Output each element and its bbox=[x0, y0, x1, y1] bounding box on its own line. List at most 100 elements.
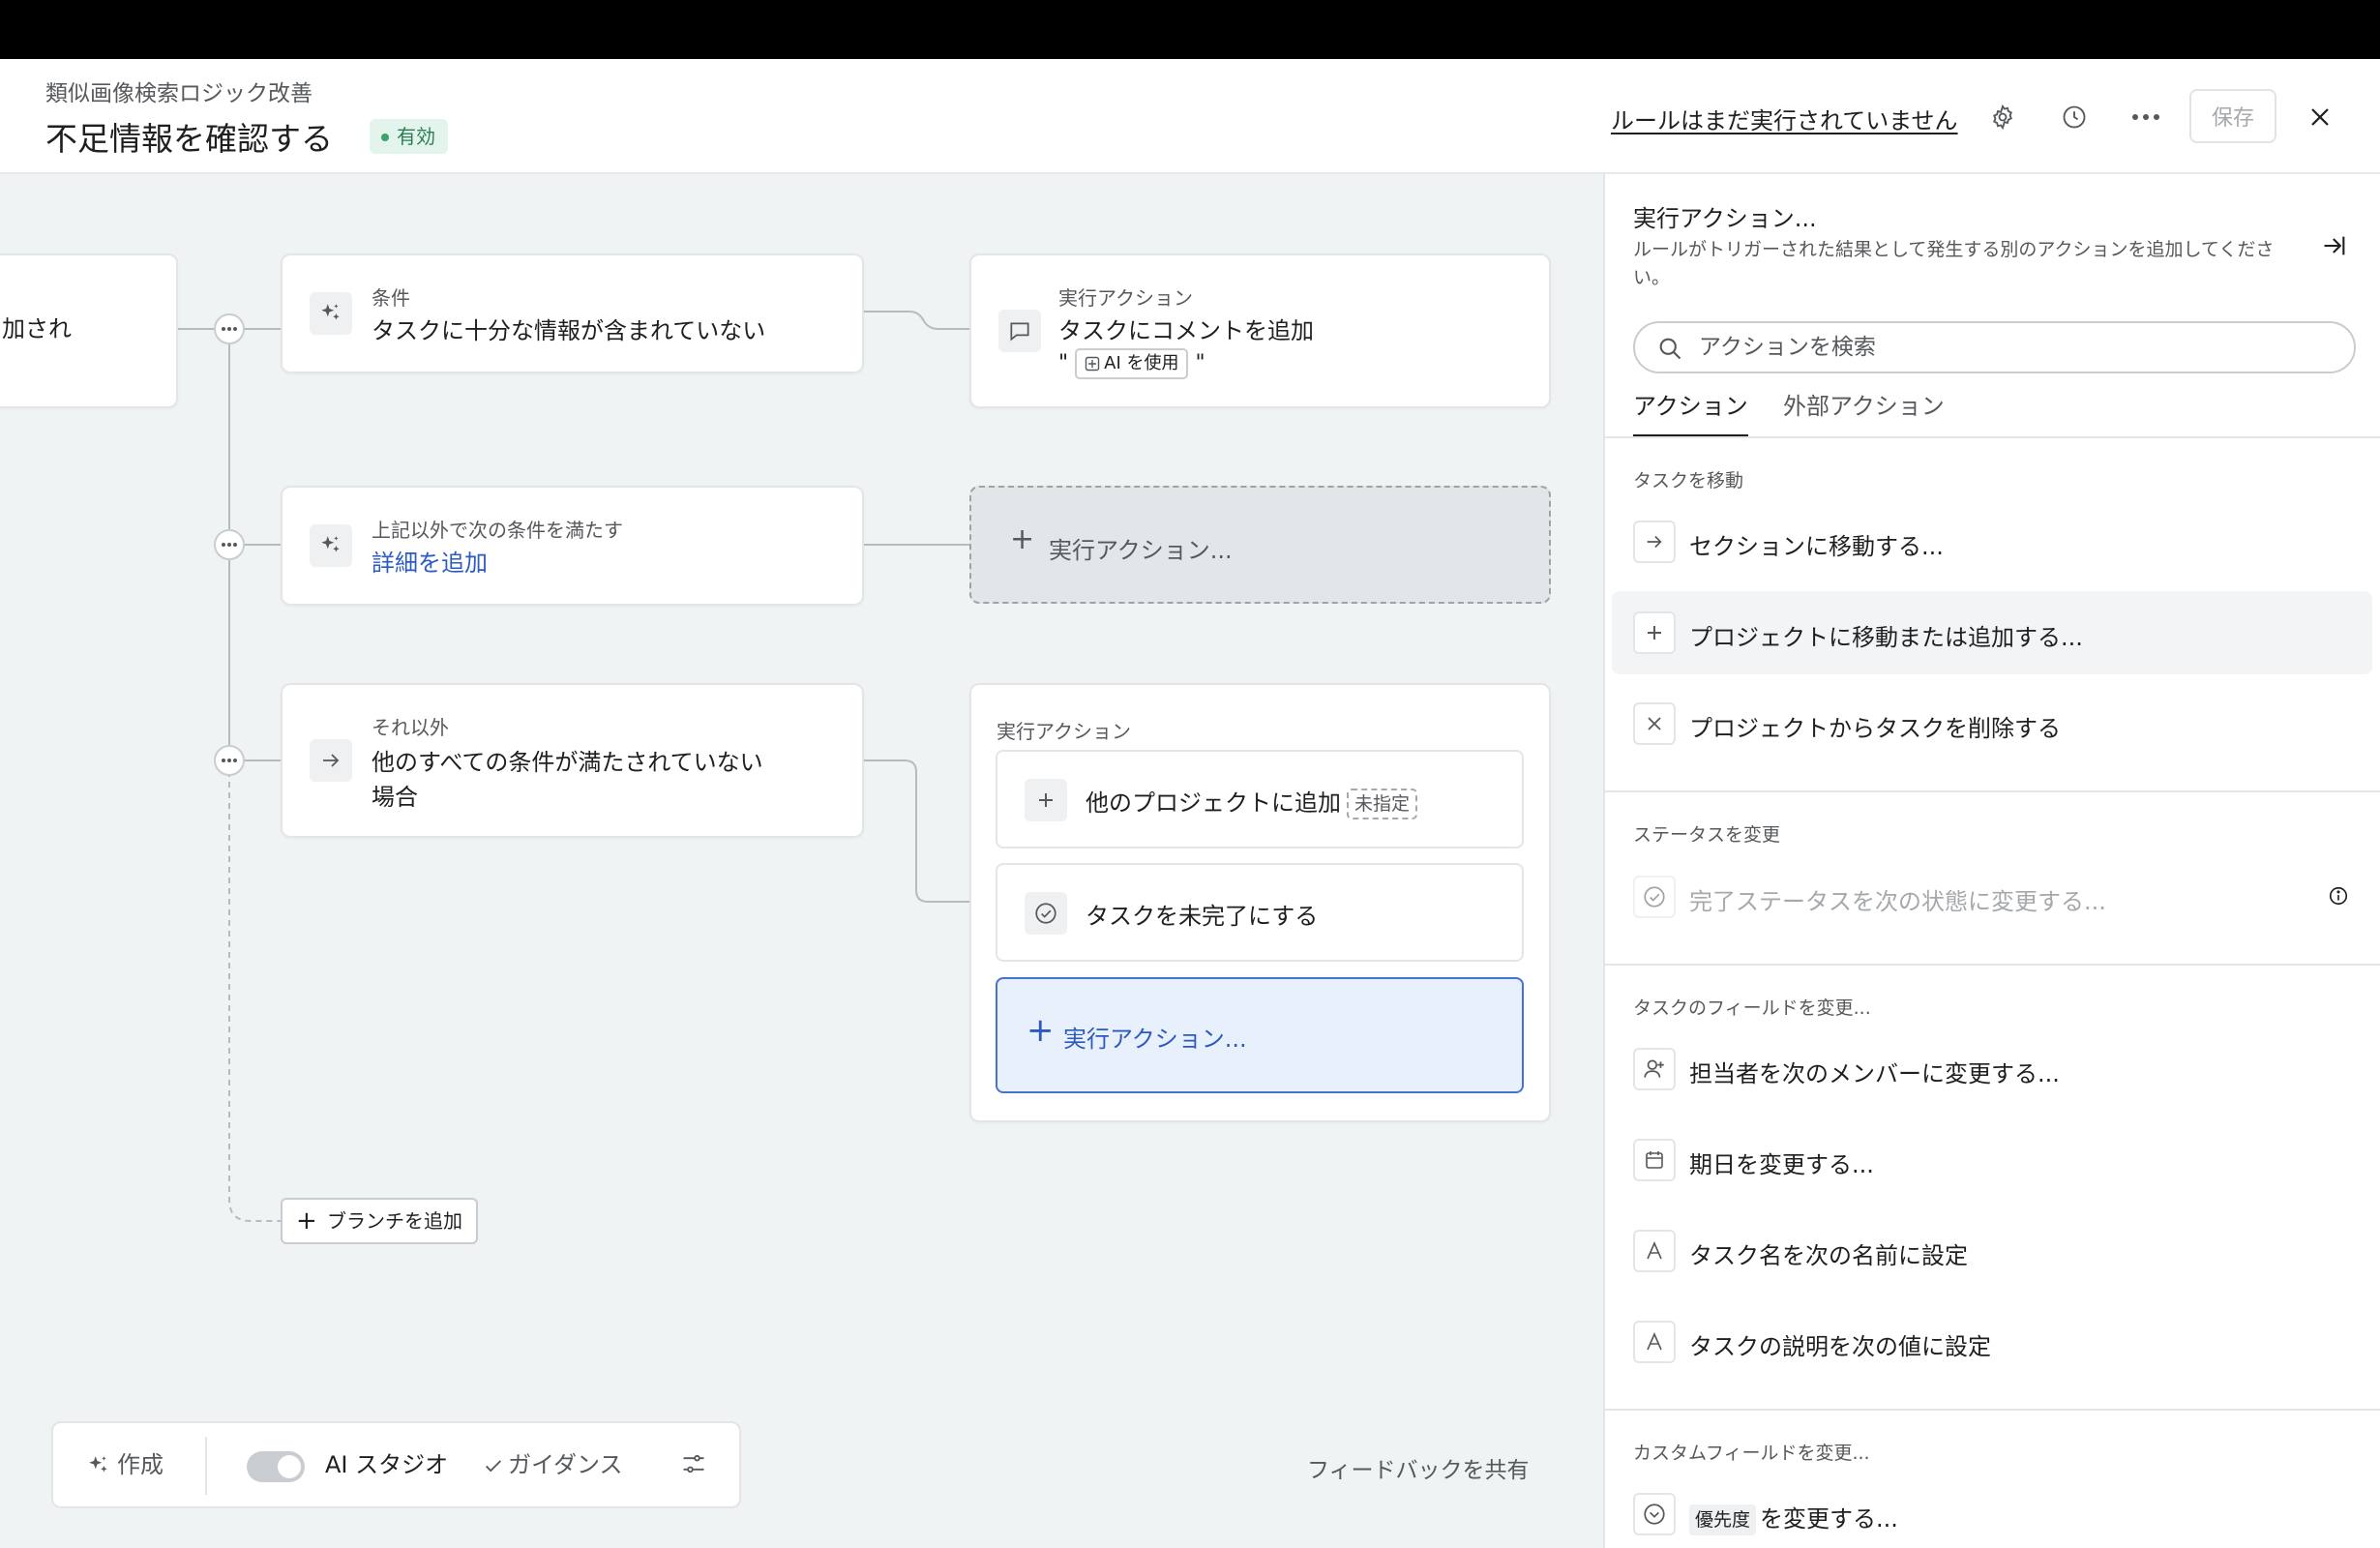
quote-open: " bbox=[1058, 351, 1069, 375]
share-feedback-link[interactable]: フィードバックを共有 bbox=[1307, 1451, 1530, 1484]
set-task-name-item[interactable]: タスク名を次の名前に設定 bbox=[1612, 1209, 2372, 1293]
item-label: 期日を変更する... bbox=[1689, 1151, 1874, 1178]
section-divider bbox=[1605, 964, 2380, 966]
close-icon[interactable] bbox=[2301, 98, 2339, 136]
move-or-add-project-item[interactable]: プロジェクトに移動または追加する... bbox=[1612, 591, 2372, 674]
item-label: セクションに移動する... bbox=[1689, 533, 1944, 560]
info-icon[interactable] bbox=[2328, 885, 2349, 907]
check-icon bbox=[483, 1455, 504, 1476]
item-label: 担当者を次のメンバーに変更する... bbox=[1689, 1060, 2060, 1087]
guidance-button[interactable]: ガイダンス bbox=[483, 1423, 623, 1506]
clock-icon[interactable] bbox=[2055, 98, 2094, 136]
action-picker-panel: 実行アクション... ルールがトリガーされた結果として発生する別のアクションを追… bbox=[1603, 174, 2380, 1548]
change-completion-status-item[interactable]: 完了ステータスを次の状態に変更する... bbox=[1612, 855, 2372, 938]
plus-icon: + bbox=[1010, 522, 1035, 556]
check-circle-icon bbox=[1025, 892, 1067, 935]
action-group-label: 実行アクション bbox=[997, 720, 1131, 743]
section-divider bbox=[1605, 790, 2380, 792]
set-task-description-item[interactable]: タスクの説明を次の値に設定 bbox=[1612, 1300, 2372, 1384]
action-search-field[interactable] bbox=[1633, 321, 2356, 373]
arrow-right-icon bbox=[1633, 521, 1676, 563]
more-options-icon[interactable] bbox=[2127, 98, 2165, 136]
tab-actions[interactable]: アクション bbox=[1633, 387, 1748, 437]
plus-icon bbox=[1633, 611, 1676, 654]
add-action-placeholder[interactable]: + 実行アクション... bbox=[969, 486, 1551, 604]
panel-description: ルールがトリガーされた結果として発生する別のアクションを追加してください。 bbox=[1633, 239, 2275, 288]
ai-studio-toggle[interactable] bbox=[247, 1451, 305, 1482]
placeholder-label: 実行アクション... bbox=[1049, 537, 1233, 564]
trigger-card[interactable]: 加され bbox=[0, 253, 178, 408]
action-card[interactable]: 実行アクション タスクにコメントを追加 " AI を使用 " bbox=[969, 253, 1551, 408]
toolbar-divider bbox=[205, 1437, 207, 1495]
condition-label: 条件 bbox=[372, 286, 410, 310]
change-due-date-item[interactable]: 期日を変更する... bbox=[1612, 1118, 2372, 1202]
condition-text: タスクに十分な情報が含まれていない bbox=[372, 317, 766, 344]
change-assignee-item[interactable]: 担当者を次のメンバーに変更する... bbox=[1612, 1027, 2372, 1111]
gear-icon[interactable] bbox=[1983, 98, 2022, 136]
text-icon bbox=[1633, 1230, 1676, 1272]
ai-use-pill[interactable]: AI を使用 bbox=[1075, 348, 1189, 379]
item-label: 完了ステータスを次の状態に変更する... bbox=[1689, 888, 2106, 915]
comment-icon bbox=[998, 310, 1041, 352]
create-label: 作成 bbox=[117, 1451, 164, 1478]
bottom-toolbar: 作成 AI スタジオ ガイダンス bbox=[51, 1421, 741, 1508]
search-icon bbox=[1656, 335, 1683, 362]
action-item-label: 他のプロジェクトに追加 未指定 bbox=[1086, 784, 1418, 819]
panel-title: 実行アクション... bbox=[1633, 205, 1817, 232]
rule-canvas[interactable]: 加され 条件 タスクに十分な情報が含まれていない 実行アクション タスクにコメン… bbox=[0, 174, 1603, 1548]
section-title: カスタムフィールドを変更... bbox=[1633, 1443, 1870, 1464]
condition-label: 上記以外で次の条件を満たす bbox=[372, 519, 623, 542]
item-label: プロジェクトからタスクを削除する bbox=[1689, 715, 2061, 742]
create-button[interactable]: 作成 bbox=[86, 1423, 164, 1506]
action-item-text: タスクを未完了にする bbox=[1086, 903, 1319, 930]
otherwise-text-line1: 他のすべての条件が満たされていない bbox=[372, 749, 763, 776]
plus-icon: + bbox=[1026, 1011, 1055, 1050]
sparkle-icon bbox=[86, 1453, 111, 1478]
close-icon bbox=[1633, 702, 1676, 745]
item-label: タスク名を次の名前に設定 bbox=[1689, 1242, 1968, 1269]
rule-header: 類似画像検索ロジック改善 不足情報を確認する 有効 ルールはまだ実行されていませ… bbox=[0, 59, 2380, 174]
unassigned-tag[interactable]: 未指定 bbox=[1347, 789, 1418, 819]
section-title: ステータスを変更 bbox=[1633, 824, 1781, 846]
breadcrumb[interactable]: 類似画像検索ロジック改善 bbox=[45, 74, 312, 107]
action-label: 実行アクション bbox=[1058, 286, 1193, 310]
run-history-link[interactable]: ルールはまだ実行されていません bbox=[1611, 102, 1958, 135]
branch-menu-button[interactable] bbox=[214, 745, 245, 776]
add-action-button[interactable]: + 実行アクション... bbox=[996, 977, 1524, 1093]
branch-menu-button[interactable] bbox=[214, 529, 245, 560]
plus-icon bbox=[1025, 779, 1067, 821]
priority-chip: 優先度 bbox=[1689, 1504, 1757, 1535]
section-title: タスクを移動 bbox=[1633, 470, 1744, 491]
search-input[interactable] bbox=[1699, 333, 2318, 362]
chevron-down-circle-icon bbox=[1633, 1493, 1676, 1535]
check-circle-icon bbox=[1633, 876, 1676, 918]
priority-text: を変更する... bbox=[1760, 1505, 1898, 1533]
save-button[interactable]: 保存 bbox=[2189, 89, 2276, 143]
branch-menu-button[interactable] bbox=[214, 313, 245, 344]
section-title: タスクのフィールドを変更... bbox=[1633, 997, 1871, 1019]
move-to-section-item[interactable]: セクションに移動する... bbox=[1612, 500, 2372, 583]
plus-icon: + bbox=[296, 1206, 317, 1235]
add-branch-button[interactable]: + ブランチを追加 bbox=[281, 1198, 478, 1244]
tab-external-actions[interactable]: 外部アクション bbox=[1783, 387, 1945, 434]
change-priority-item[interactable]: 優先度 を変更する... bbox=[1612, 1473, 2372, 1548]
collapse-panel-icon[interactable] bbox=[2317, 228, 2352, 263]
remove-from-project-item[interactable]: プロジェクトからタスクを削除する bbox=[1612, 682, 2372, 765]
item-label: プロジェクトに移動または追加する... bbox=[1689, 624, 2083, 651]
add-details-link[interactable]: 詳細を追加 bbox=[372, 544, 488, 578]
condition-card[interactable]: 条件 タスクに十分な情報が含まれていない bbox=[281, 253, 864, 373]
settings-sliders-icon[interactable] bbox=[680, 1450, 707, 1481]
section-divider bbox=[1605, 1409, 2380, 1411]
action-item[interactable]: 他のプロジェクトに追加 未指定 bbox=[996, 750, 1524, 848]
quote-close: " bbox=[1195, 351, 1205, 375]
ai-icon bbox=[1085, 356, 1100, 372]
ai-studio-label[interactable]: AI スタジオ bbox=[325, 1423, 448, 1506]
add-branch-label: ブランチを追加 bbox=[327, 1209, 462, 1233]
guidance-label: ガイダンス bbox=[508, 1451, 623, 1478]
arrow-right-icon bbox=[310, 739, 352, 782]
otherwise-card[interactable]: それ以外 他のすべての条件が満たされていない 場合 bbox=[281, 683, 864, 838]
action-item[interactable]: タスクを未完了にする bbox=[996, 863, 1524, 962]
ai-content-line: " AI を使用 " bbox=[1058, 348, 1205, 379]
page-title[interactable]: 不足情報を確認する bbox=[45, 113, 333, 160]
condition-card[interactable]: 上記以外で次の条件を満たす 詳細を追加 bbox=[281, 486, 864, 606]
